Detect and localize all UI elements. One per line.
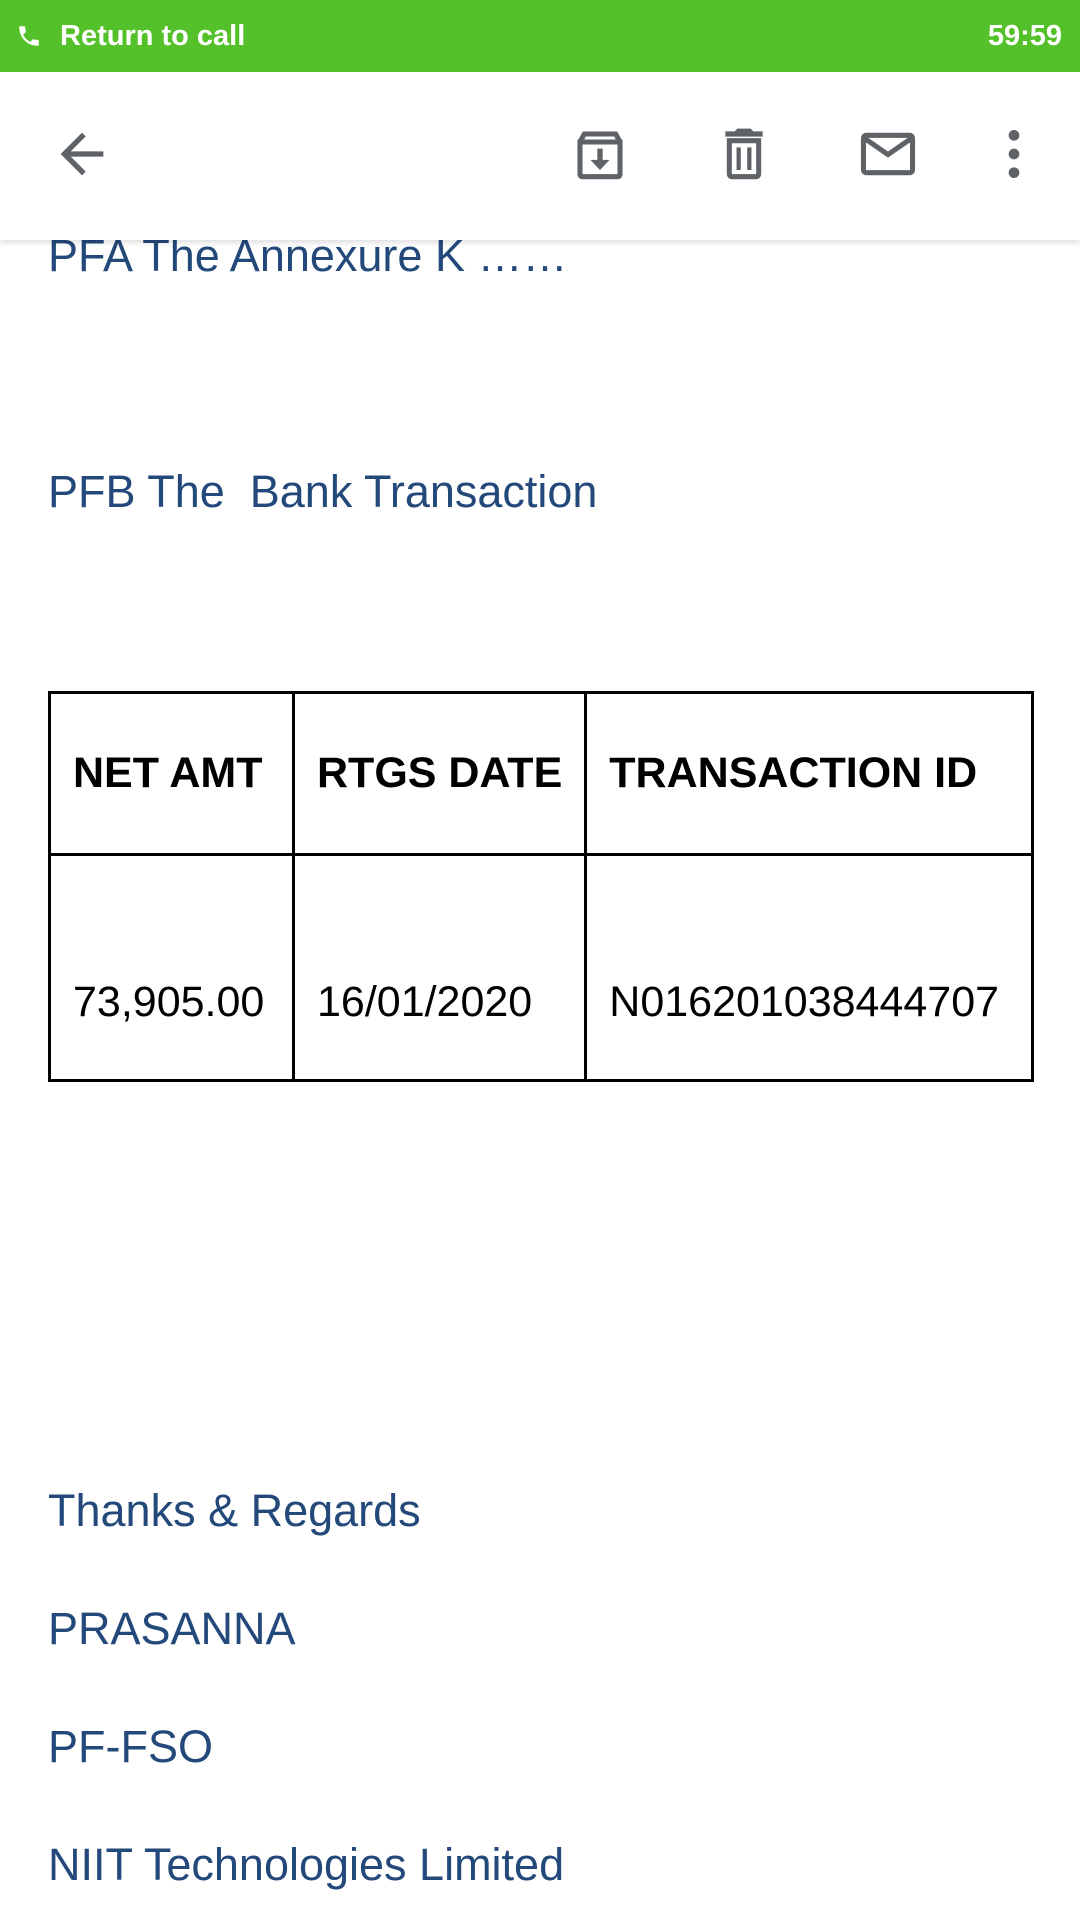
signature-closing: Thanks & Regards xyxy=(48,1485,421,1536)
call-timer: 59:59 xyxy=(987,19,1062,52)
phone-icon xyxy=(19,26,39,46)
table-header-row: NET AMT RTGS DATE TRANSACTION ID xyxy=(48,691,1034,856)
cell-net-amt: 73,905.00 xyxy=(48,853,295,1082)
more-vert-icon xyxy=(1008,130,1020,178)
table-row: 73,905.00 16/01/2020 N016201038444707 xyxy=(48,853,1034,1082)
cell-transaction-id: N016201038444707 xyxy=(584,853,1034,1082)
signature-company: NIIT Technologies Limited xyxy=(48,1839,565,1890)
signature-name: PRASANNA xyxy=(48,1603,296,1654)
delete-button[interactable] xyxy=(696,106,792,202)
more-options-button[interactable] xyxy=(966,106,1062,202)
mail-icon xyxy=(860,132,916,176)
signature-dept: PF-FSO xyxy=(48,1721,213,1772)
header-net-amt: NET AMT xyxy=(48,691,295,856)
archive-button[interactable] xyxy=(552,106,648,202)
bank-transaction-line: PFB The Bank Transaction xyxy=(48,466,598,517)
back-button[interactable] xyxy=(34,106,130,202)
return-to-call-button[interactable]: Return to call xyxy=(16,20,245,53)
return-to-call-label: Return to call xyxy=(60,19,246,52)
email-body: PFA The Annexure K …… PFB The Bank Trans… xyxy=(0,240,1080,1920)
arrow-back-icon xyxy=(60,132,104,176)
header-rtgs-date: RTGS DATE xyxy=(291,691,588,856)
return-to-call-bar[interactable]: Return to call 59:59 xyxy=(0,0,1080,72)
archive-icon xyxy=(577,131,623,180)
header-transaction-id: TRANSACTION ID xyxy=(584,691,1034,856)
mark-unread-button[interactable] xyxy=(840,106,936,202)
trash-icon xyxy=(725,128,763,180)
transaction-table: NET AMT RTGS DATE TRANSACTION ID 73,905.… xyxy=(48,691,1034,1082)
email-toolbar xyxy=(0,72,1080,240)
annexure-line: PFA The Annexure K …… xyxy=(48,240,568,281)
cell-rtgs-date: 16/01/2020 xyxy=(291,853,588,1082)
